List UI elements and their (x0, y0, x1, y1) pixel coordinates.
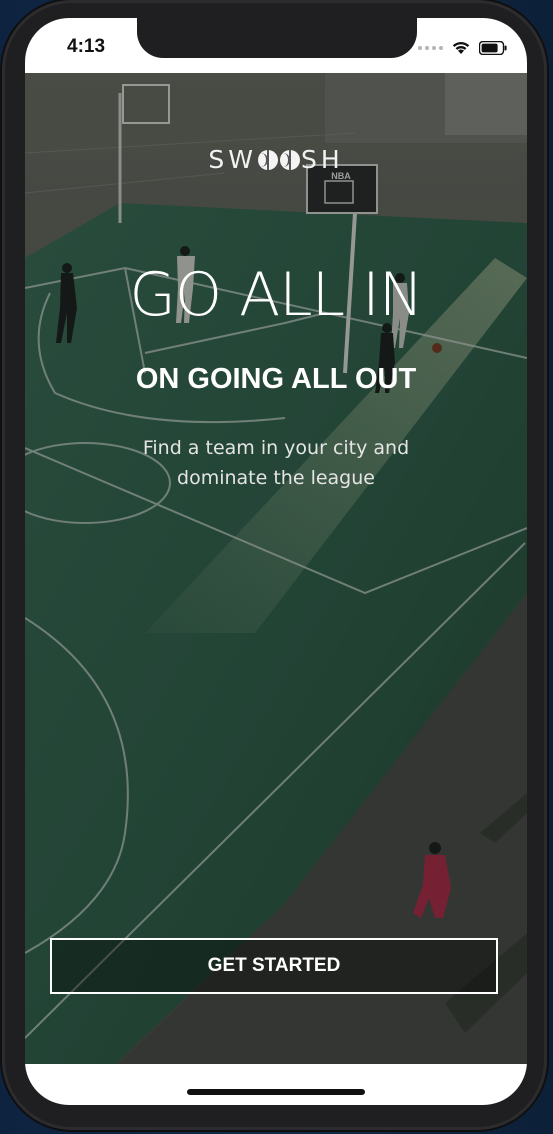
hero-tagline: Find a team in your city and dominate th… (142, 437, 410, 489)
dark-overlay (25, 73, 527, 1064)
hero-background: NBA SW SH GO ALL IN ON GOING ALL OUT Fin… (25, 73, 527, 1064)
get-started-button[interactable]: GET STARTED (50, 938, 498, 994)
swoosh-logo: SW SH (25, 145, 527, 174)
logo-text-suffix: SH (300, 145, 344, 174)
device-notch (137, 18, 417, 58)
basketball-icon (257, 150, 278, 170)
battery-icon (479, 40, 507, 55)
phone-frame: 4:13 NBA SW SH GO ALL IN ON GOING ALL OU… (2, 0, 547, 1130)
status-icons (418, 40, 507, 55)
wifi-icon (451, 40, 471, 55)
logo-text-prefix: SW (208, 145, 257, 174)
home-indicator[interactable] (187, 1089, 365, 1095)
app-screen: 4:13 NBA SW SH GO ALL IN ON GOING ALL OU… (25, 18, 527, 1105)
basketball-icon (279, 150, 300, 170)
cellular-signal-icon (418, 45, 443, 50)
hero-headline: GO ALL IN (129, 260, 423, 330)
hero-subheadline: ON GOING ALL OUT (135, 363, 417, 395)
status-time: 4:13 (67, 36, 106, 57)
